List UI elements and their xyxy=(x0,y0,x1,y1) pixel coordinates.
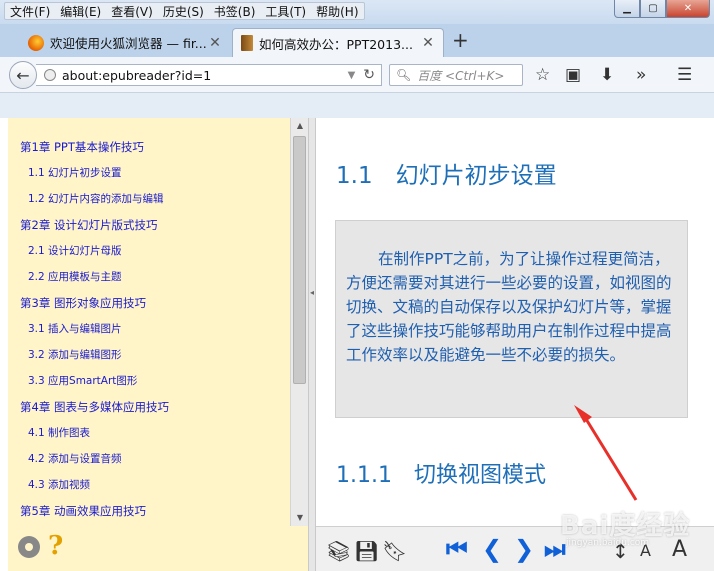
url-bar[interactable]: about:epubreader?id=1 ▼ ↻ xyxy=(36,64,382,86)
toc-item[interactable]: 2.2 应用模板与主题 xyxy=(8,264,290,290)
navigation-bar: about:epubreader?id=1 ▼ ↻ ← 🔍︎ 百度 <Ctrl+… xyxy=(0,57,714,93)
scroll-up-icon[interactable]: ▲ xyxy=(291,118,309,134)
minimize-button[interactable]: ▁ xyxy=(614,0,640,18)
tab-firefox-welcome[interactable]: 欢迎使用火狐浏览器 — fir... ✕ xyxy=(20,28,230,57)
tab-close-icon[interactable]: ✕ xyxy=(421,35,435,51)
toc-item[interactable]: 3.3 应用SmartArt图形 xyxy=(8,368,290,394)
firefox-icon xyxy=(28,34,44,51)
menu-help[interactable]: 帮助(H) xyxy=(311,3,363,19)
splitter-grip-icon: ◂ xyxy=(310,288,315,297)
globe-icon xyxy=(44,69,56,81)
toc-item[interactable]: 2.1 设计幻灯片母版 xyxy=(8,238,290,264)
intro-paragraph: 在制作PPT之前，为了让操作过程更简洁，方便还需要对其进行一些必要的设置，如视图… xyxy=(346,250,672,364)
bookmark-ribbon-icon[interactable]: 🔖︎ xyxy=(382,539,407,563)
section-heading: 1.1 幻灯片初步设置 xyxy=(336,163,557,189)
tab-title: 如何高效办公：PPT2013... xyxy=(259,36,413,52)
next-page-icon[interactable]: ❯ xyxy=(514,535,534,563)
reload-icon[interactable]: ↻ xyxy=(363,67,375,83)
pane-splitter[interactable]: ◂ xyxy=(308,118,316,571)
menu-file[interactable]: 文件(F) xyxy=(5,3,55,19)
scrollbar-thumb[interactable] xyxy=(293,136,306,384)
baidu-watermark: Bai度经验 xyxy=(560,511,691,541)
back-arrow-icon: ← xyxy=(16,65,30,85)
subsection-heading: 1.1.1 切换视图模式 xyxy=(336,463,546,488)
maximize-button[interactable]: ▢ xyxy=(640,0,666,18)
first-page-icon[interactable]: ⏮ xyxy=(446,535,468,563)
book-icon xyxy=(241,35,253,51)
search-placeholder: 百度 <Ctrl+K> xyxy=(417,68,505,83)
toc-item[interactable]: 4.2 添加与设置音频 xyxy=(8,446,290,472)
chevron-down-icon[interactable]: ▼ xyxy=(348,70,356,81)
prev-page-icon[interactable]: ❮ xyxy=(482,535,502,563)
toc-item[interactable]: 1.1 幻灯片初步设置 xyxy=(8,160,290,186)
arrow-shaft xyxy=(584,418,638,501)
toc-item[interactable]: 3.2 添加与编辑图形 xyxy=(8,342,290,368)
bookmarks-menu-icon[interactable]: ▣ xyxy=(565,65,581,85)
title-bar: 文件(F) 编辑(E) 查看(V) 历史(S) 书签(B) 工具(T) 帮助(H… xyxy=(0,0,714,24)
scroll-down-icon[interactable]: ▼ xyxy=(291,510,309,526)
back-button[interactable]: ← xyxy=(9,61,37,89)
tab-title: 欢迎使用火狐浏览器 — fir... xyxy=(50,36,207,51)
menu-tools[interactable]: 工具(T) xyxy=(260,3,311,19)
close-window-button[interactable]: ✕ xyxy=(666,0,710,18)
menu-view[interactable]: 查看(V) xyxy=(106,3,158,19)
bookmark-star-icon[interactable]: ☆ xyxy=(535,65,550,85)
menu-edit[interactable]: 编辑(E) xyxy=(55,3,106,19)
toc-item[interactable]: 第4章 图表与多媒体应用技巧 xyxy=(8,394,290,420)
window-controls: ▁ ▢ ✕ xyxy=(614,0,710,18)
url-text[interactable]: about:epubreader?id=1 xyxy=(62,68,348,83)
intro-box: 在制作PPT之前，为了让操作过程更简洁，方便还需要对其进行一些必要的设置，如视图… xyxy=(335,220,688,418)
toc-item[interactable]: 第5章 动画效果应用技巧 xyxy=(8,498,290,524)
gear-icon[interactable] xyxy=(18,536,40,558)
toc-item[interactable]: 4.1 制作图表 xyxy=(8,420,290,446)
hamburger-menu-icon[interactable]: ☰ xyxy=(677,65,692,85)
search-bar[interactable]: 🔍︎ 百度 <Ctrl+K> xyxy=(389,64,523,86)
toc-item[interactable]: 第2章 设计幻灯片版式技巧 xyxy=(8,212,290,238)
toc-item[interactable]: 第1章 PPT基本操作技巧 xyxy=(8,134,290,160)
toc-scrollbar[interactable]: ▲ ▼ xyxy=(290,118,308,526)
toc-footer: ? xyxy=(8,526,308,571)
download-icon[interactable]: ⬇ xyxy=(600,65,614,85)
save-icon[interactable]: 💾︎ xyxy=(354,539,379,563)
toc-item[interactable]: 1.2 幻灯片内容的添加与编辑 xyxy=(8,186,290,212)
library-icon[interactable]: 📚︎ xyxy=(326,539,351,563)
tab-strip: 欢迎使用火狐浏览器 — fir... ✕ 如何高效办公：PPT2013... ✕… xyxy=(0,24,714,57)
table-of-contents: 第1章 PPT基本操作技巧 1.1 幻灯片初步设置 1.2 幻灯片内容的添加与编… xyxy=(8,118,290,526)
toolbar-strip xyxy=(0,93,714,118)
menu-bar: 文件(F) 编辑(E) 查看(V) 历史(S) 书签(B) 工具(T) 帮助(H… xyxy=(4,2,365,20)
overflow-chevron-icon[interactable]: » xyxy=(636,65,646,85)
toc-item[interactable]: 4.3 添加视频 xyxy=(8,472,290,498)
content-area: 第1章 PPT基本操作技巧 1.1 幻灯片初步设置 1.2 幻灯片内容的添加与编… xyxy=(0,118,714,571)
menu-history[interactable]: 历史(S) xyxy=(158,3,209,19)
baidu-watermark-url: jingyan.baidu.com xyxy=(566,538,650,548)
help-icon[interactable]: ? xyxy=(48,531,63,561)
tab-close-icon[interactable]: ✕ xyxy=(208,35,222,51)
reader-pane: 1.1 幻灯片初步设置 在制作PPT之前，为了让操作过程更简洁，方便还需要对其进… xyxy=(316,118,714,526)
toc-item[interactable]: 第3章 图形对象应用技巧 xyxy=(8,290,290,316)
toc-item[interactable]: 3.1 插入与编辑图片 xyxy=(8,316,290,342)
new-tab-button[interactable]: + xyxy=(452,28,469,52)
search-icon: 🔍︎ xyxy=(396,68,412,82)
menu-bookmarks[interactable]: 书签(B) xyxy=(209,3,261,19)
tab-epub-reader[interactable]: 如何高效办公：PPT2013... ✕ xyxy=(232,28,444,57)
